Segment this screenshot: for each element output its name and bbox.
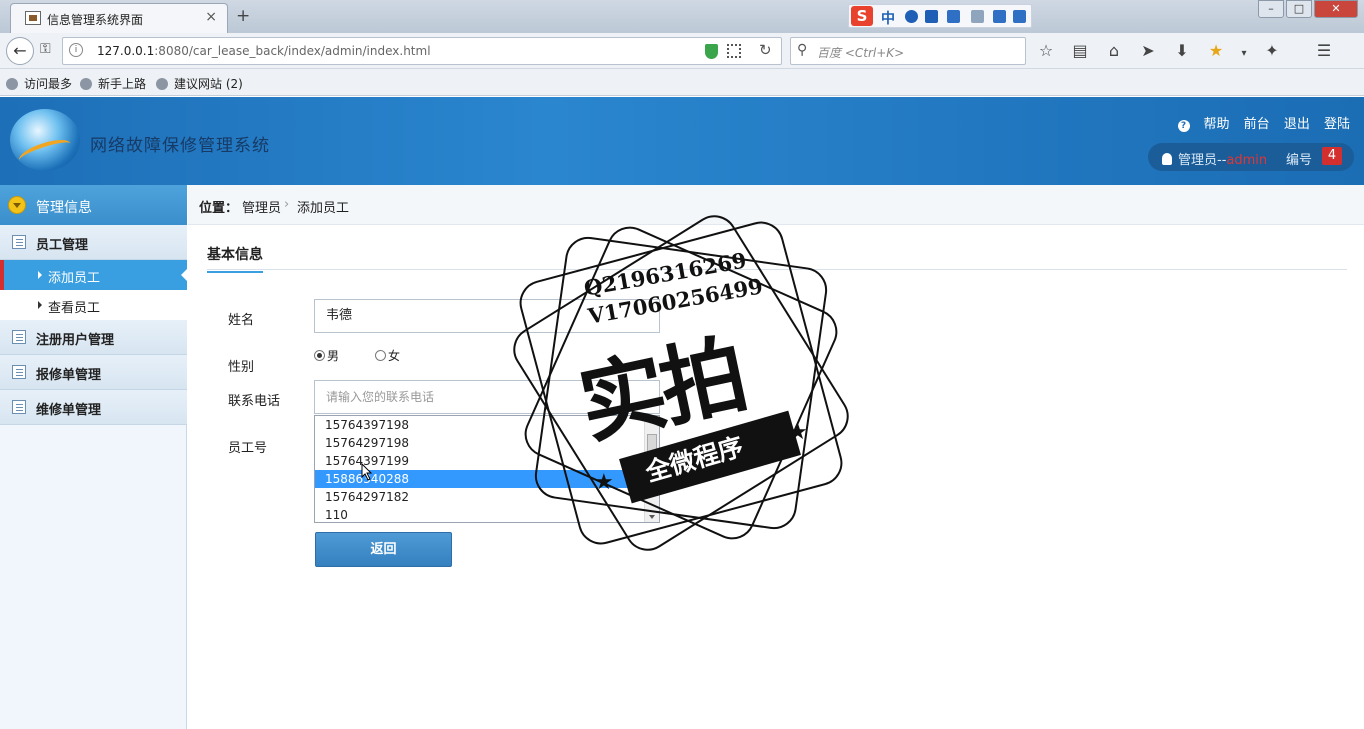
reload-icon[interactable]: ↻	[759, 41, 772, 59]
moon-icon[interactable]	[905, 10, 918, 23]
bookmarks-bar: 访问最多 新手上路 建议网站 (2)	[0, 69, 1364, 96]
app-header: 网络故障保修管理系统 ? 帮助 前台 退出 登陆 管理员--admin 编号 4	[0, 97, 1364, 185]
back-arrow-icon[interactable]: ←	[6, 37, 34, 65]
gender-label: 性别	[228, 360, 255, 375]
employee-number-label: 员工号	[228, 441, 268, 456]
browser-tab-bar: 信息管理系统界面 × + S 中 – □ ✕	[0, 0, 1364, 33]
radio-checked-icon[interactable]	[314, 350, 325, 361]
tab-close-icon[interactable]: ×	[205, 9, 217, 25]
sidebar: 管理信息 员工管理 添加员工 查看员工 注册用户管理 报修单管理 维修单管理	[0, 185, 188, 729]
mouse-cursor-icon	[361, 463, 373, 481]
address-bar[interactable]: i 127.0.0.1:8080/car_lease_back/index/ad…	[62, 37, 782, 65]
user-icon[interactable]	[971, 10, 984, 23]
window-controls: – □ ✕	[1256, 0, 1358, 20]
key-icon[interactable]: ⚿	[40, 41, 51, 57]
help-icon: ?	[1177, 120, 1190, 132]
reading-list-icon[interactable]: ▤	[1070, 41, 1090, 61]
sogou-ime-icon[interactable]: S	[851, 6, 873, 26]
login-link[interactable]: 登陆	[1324, 117, 1350, 132]
back-button[interactable]: 返回	[315, 532, 452, 567]
triangle-right-icon	[38, 271, 42, 279]
punctuation-icon[interactable]	[925, 10, 938, 23]
star-icon: ★	[788, 420, 808, 445]
phone-label: 联系电话	[228, 394, 281, 409]
sidebar-group-employee[interactable]: 员工管理	[0, 225, 187, 260]
user-info-bar: 管理员--admin 编号 4	[1148, 143, 1354, 171]
window-close-icon[interactable]: ✕	[1314, 0, 1358, 18]
sidebar-group-repair-request[interactable]: 报修单管理	[0, 355, 187, 390]
shield-icon[interactable]	[705, 44, 718, 59]
list-icon	[12, 400, 26, 414]
gender-female-radio[interactable]: 女	[375, 347, 400, 364]
send-icon[interactable]: ➤	[1138, 41, 1158, 61]
sidebar-group-repair-order[interactable]: 维修单管理	[0, 390, 187, 425]
bookmark-suggested-sites[interactable]: 建议网站 (2)	[156, 75, 243, 92]
ime-mode-toggle[interactable]: 中	[881, 8, 895, 28]
sidebar-group-users[interactable]: 注册用户管理	[0, 320, 187, 355]
user-role: 管理员--admin	[1162, 149, 1267, 168]
bookmark-icon	[6, 78, 18, 90]
globe-icon	[80, 78, 92, 90]
sidebar-item-view-employee[interactable]: 查看员工	[0, 290, 187, 320]
toolbar-icons: ☆ ▤ ⌂ ➤ ⬇ ★ ▾ ✦ ☰	[1036, 41, 1348, 61]
breadcrumb-label: 位置：	[199, 201, 239, 216]
search-placeholder: 百度 <Ctrl+K>	[817, 46, 905, 60]
page-favicon-icon	[25, 11, 41, 25]
extension-icon[interactable]: ★	[1206, 41, 1226, 61]
help-link[interactable]: ? 帮助	[1177, 117, 1230, 132]
sidebar-header[interactable]: 管理信息	[0, 185, 187, 225]
home-icon[interactable]: ⌂	[1104, 41, 1124, 61]
address-url[interactable]: 127.0.0.1:8080/car_lease_back/index/admi…	[97, 44, 431, 58]
browser-nav-bar: ← ⚿ i 127.0.0.1:8080/car_lease_back/inde…	[0, 33, 1364, 69]
qr-code-icon[interactable]	[727, 44, 741, 58]
new-tab-button[interactable]: +	[236, 6, 250, 26]
name-label: 姓名	[228, 313, 255, 328]
sidebar-item-add-employee[interactable]: 添加员工	[0, 260, 188, 290]
header-links: ? 帮助 前台 退出 登陆	[1168, 113, 1350, 132]
addon-icon[interactable]: ✦	[1262, 41, 1282, 61]
breadcrumb-admin[interactable]: 管理员	[242, 197, 281, 216]
browser-tab[interactable]: 信息管理系统界面 ×	[10, 3, 228, 33]
list-icon	[12, 330, 26, 344]
gender-male-radio[interactable]: 男	[314, 347, 339, 364]
globe-icon	[156, 78, 168, 90]
search-icon: ⚲	[797, 42, 808, 58]
bookmark-most-visited[interactable]: 访问最多	[6, 75, 72, 92]
tab-title: 信息管理系统界面	[47, 13, 144, 27]
breadcrumb-current: 添加员工	[297, 201, 350, 216]
menu-icon[interactable]: ☰	[1314, 41, 1334, 61]
logout-link[interactable]: 退出	[1284, 117, 1310, 132]
extension-menu-icon[interactable]: ▾	[1240, 44, 1248, 64]
collapse-icon[interactable]	[8, 196, 26, 214]
number-label: 编号	[1286, 153, 1313, 168]
number-badge: 4	[1322, 147, 1342, 165]
watermark-stamp: Q2196316269 V17060256499 实拍 全微程序 ★ ★	[510, 212, 852, 554]
minimize-icon[interactable]: –	[1258, 0, 1284, 18]
list-icon	[12, 235, 26, 249]
list-icon	[12, 365, 26, 379]
logo-globe-icon	[10, 109, 80, 171]
breadcrumb-separator: ›	[284, 197, 290, 212]
app-title: 网络故障保修管理系统	[90, 136, 270, 156]
maximize-icon[interactable]: □	[1286, 0, 1312, 18]
user-name: admin	[1226, 153, 1268, 168]
front-link[interactable]: 前台	[1244, 117, 1270, 132]
download-icon[interactable]: ⬇	[1172, 41, 1192, 61]
sidebar-title: 管理信息	[36, 200, 92, 216]
bookmark-getting-started[interactable]: 新手上路	[80, 75, 146, 92]
wrench-icon[interactable]	[1013, 10, 1026, 23]
triangle-right-icon	[38, 301, 42, 309]
ime-toolbar[interactable]: S 中	[848, 4, 1032, 28]
skin-icon[interactable]	[993, 10, 1006, 23]
search-box[interactable]: ⚲ 百度 <Ctrl+K>	[790, 37, 1026, 65]
keyboard-icon[interactable]	[947, 10, 960, 23]
radio-unchecked-icon[interactable]	[375, 350, 386, 361]
user-icon	[1162, 153, 1172, 165]
bookmark-star-icon[interactable]: ☆	[1036, 41, 1056, 61]
info-icon[interactable]: i	[69, 43, 83, 57]
star-icon: ★	[594, 470, 614, 495]
